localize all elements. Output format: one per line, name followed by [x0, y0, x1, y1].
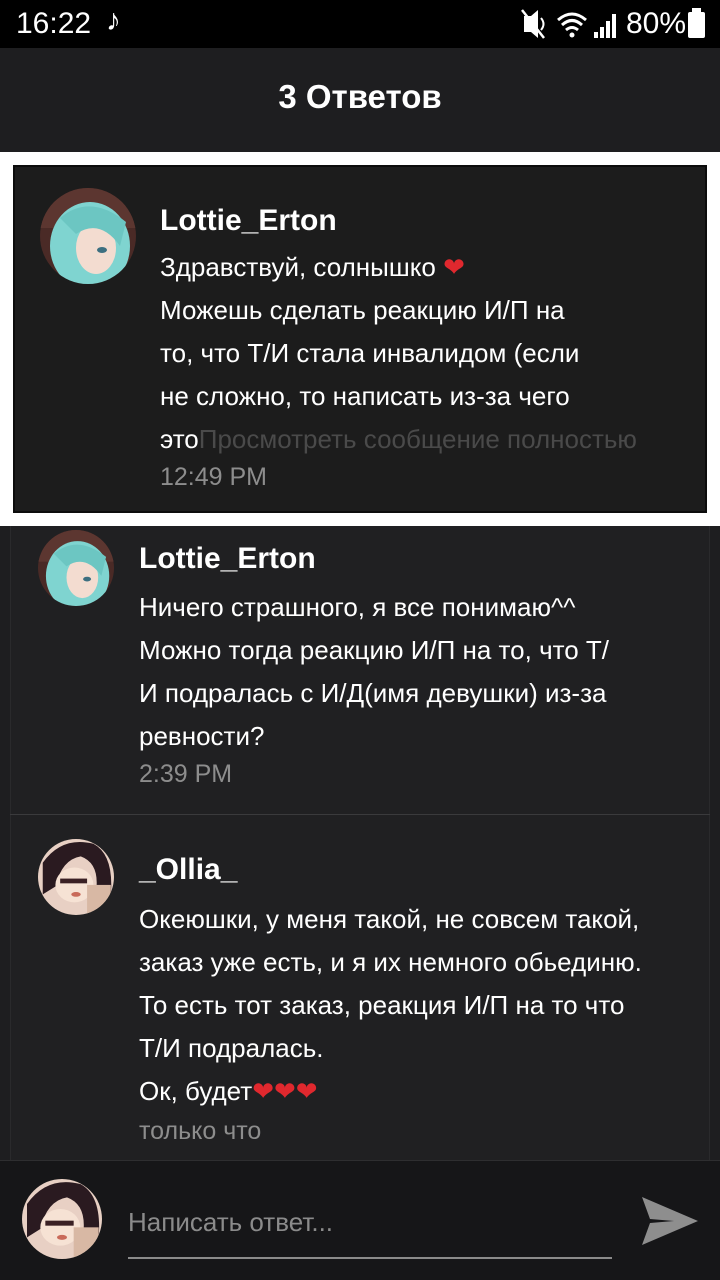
reply-input-bar: Написать ответ...	[0, 1160, 720, 1280]
message-text: Океюшки, у меня такой, не совсем такой, …	[139, 898, 642, 1113]
message-line: не сложно, то написать из-за чего	[160, 381, 570, 411]
message-line: Можно тогда реакцию И/П на то, что Т/	[139, 635, 610, 665]
status-time: 16:22	[16, 7, 92, 40]
header: 3 Ответов	[0, 48, 720, 152]
parent-comment[interactable]: Lottie_Erton Здравствуй, солнышко ❤ Може…	[13, 165, 707, 513]
status-icons	[521, 9, 616, 39]
message-line: Можешь сделать реакцию И/П на	[160, 295, 565, 325]
avatar-image	[40, 188, 136, 284]
heart-icon: ❤	[252, 1076, 274, 1106]
heart-icon: ❤	[273, 1076, 296, 1106]
send-icon[interactable]	[640, 1193, 700, 1249]
message-text: Здравствуй, солнышко ❤ Можешь сделать ре…	[160, 246, 637, 461]
message-text: Ничего страшного, я все понимаю^^ Можно …	[139, 586, 609, 758]
avatar-image	[38, 530, 114, 606]
message-line: То есть тот заказ, реакция И/П на то что	[139, 990, 625, 1020]
avatar[interactable]	[22, 1179, 102, 1259]
avatar-image	[38, 839, 114, 915]
message-line: ревности?	[139, 721, 265, 751]
username[interactable]: Lottie_Erton	[139, 542, 316, 576]
avatar[interactable]	[38, 839, 114, 915]
message-line: И подралась с И/Д(имя девушки) из-за	[139, 678, 607, 708]
parent-comment-frame: Lottie_Erton Здравствуй, солнышко ❤ Може…	[0, 152, 720, 526]
reply-item[interactable]: _Ollia_ Океюшки, у меня такой, не совсем…	[10, 815, 710, 1160]
username[interactable]: Lottie_Erton	[160, 204, 337, 238]
wifi-icon	[557, 12, 587, 38]
battery-percent: 80%	[626, 7, 687, 40]
reply-input[interactable]: Написать ответ...	[128, 1207, 333, 1238]
message-line: Океюшки, у меня такой, не совсем такой,	[139, 904, 640, 934]
message-line: Ок, будет❤❤❤	[139, 1076, 318, 1106]
message-line: Здравствуй, солнышко ❤	[160, 252, 465, 282]
page-title: 3 Ответов	[278, 78, 442, 115]
input-underline	[128, 1257, 612, 1259]
username[interactable]: _Ollia_	[139, 853, 237, 887]
battery-icon	[688, 8, 705, 38]
avatar[interactable]	[40, 188, 136, 284]
heart-icon: ❤	[443, 252, 465, 282]
timestamp: 2:39 PM	[139, 760, 233, 788]
reply-item[interactable]: Lottie_Erton Ничего страшного, я все пон…	[10, 526, 710, 814]
message-line: Т/И подралась.	[139, 1033, 324, 1063]
see-more-link[interactable]: Просмотреть сообщение полностью	[199, 424, 637, 454]
timestamp: только что	[139, 1117, 262, 1145]
message-line: заказ уже есть, и я их немного обьединю.	[139, 947, 642, 977]
status-bar: 16:22 ♪ 80%	[0, 0, 720, 48]
message-line: Ничего страшного, я все понимаю^^	[139, 592, 576, 622]
message-line: этоПросмотреть сообщение полностью	[160, 424, 637, 454]
message-line: то, что Т/И стала инвалидом (если	[160, 338, 580, 368]
mute-icon	[521, 9, 545, 39]
signal-icon	[594, 14, 616, 38]
heart-icon: ❤	[295, 1076, 318, 1106]
music-note-icon: ♪	[106, 4, 121, 37]
avatar-image	[22, 1179, 102, 1259]
avatar[interactable]	[38, 530, 114, 606]
timestamp: 12:49 PM	[160, 463, 268, 491]
